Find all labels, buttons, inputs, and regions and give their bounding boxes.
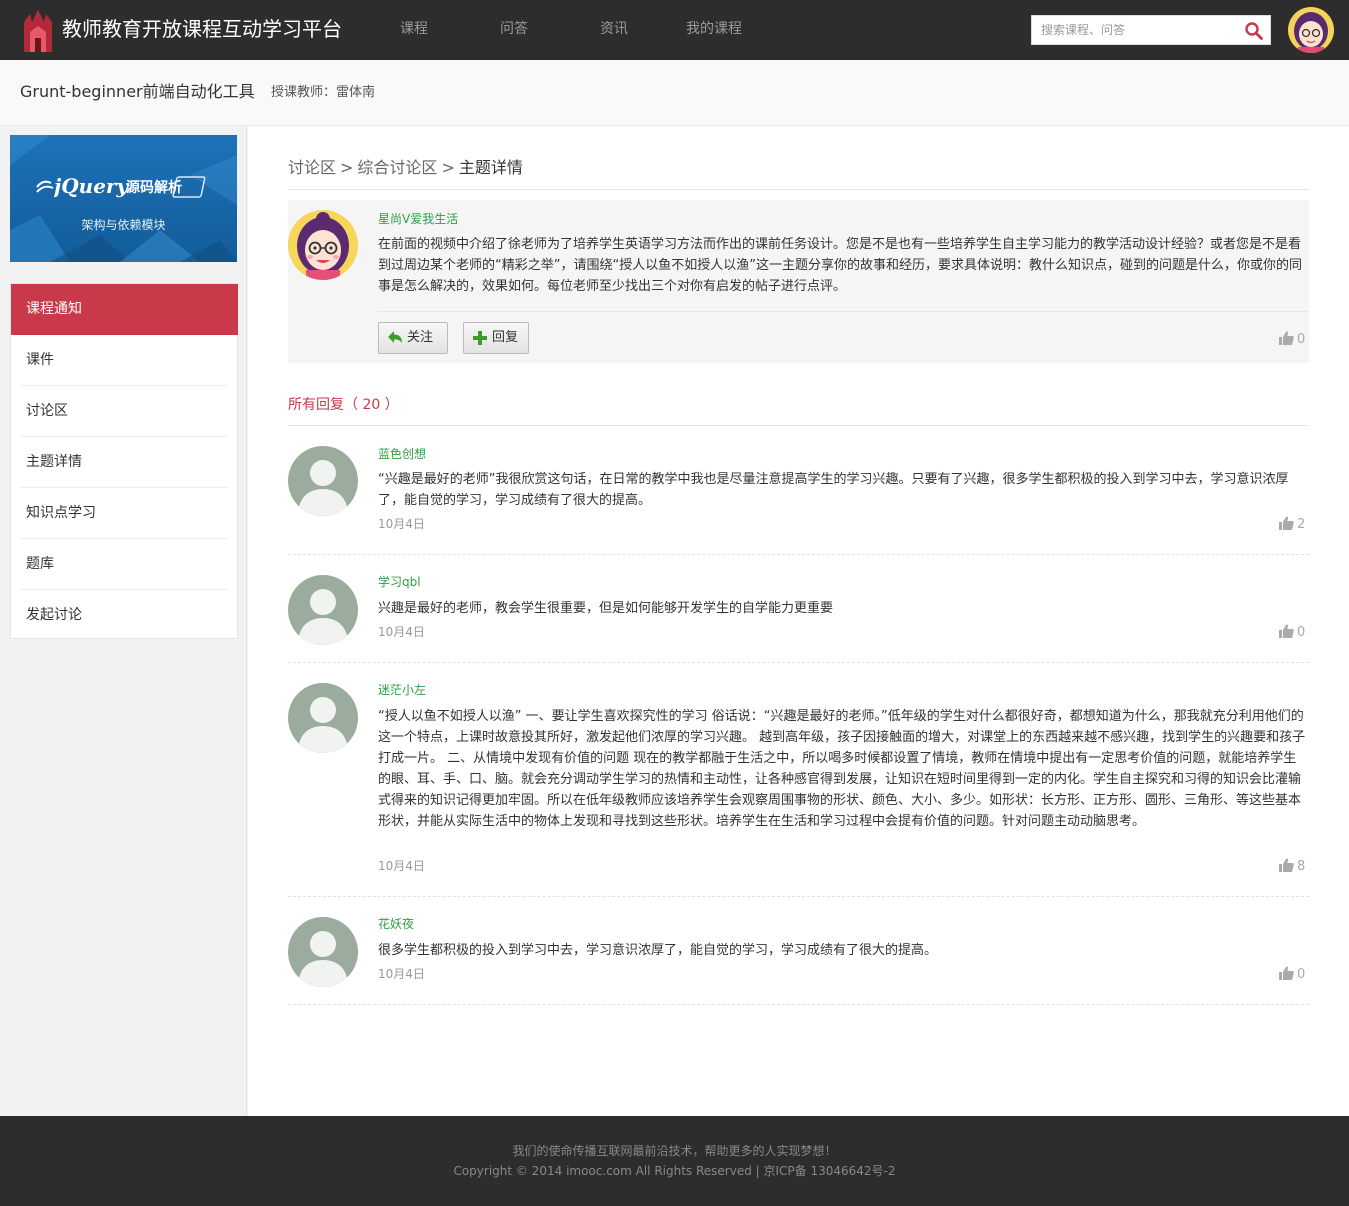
reply-item: 学习qbl 兴趣是最好的老师，教会学生很重要，但是如何能够开发学生的自学能力更重… — [288, 555, 1309, 663]
nav-news[interactable]: 资讯 — [600, 20, 628, 38]
topic-like[interactable]: 0 — [1279, 331, 1305, 348]
nav-my-courses[interactable]: 我的课程 — [686, 20, 742, 38]
follow-button[interactable]: 关注 — [378, 322, 448, 354]
banner-subtitle: 架构与依赖模块 — [81, 218, 166, 232]
reply-button-label: 回复 — [492, 330, 519, 345]
footer-mission: 我们的使命传播互联网最前沿技术，帮助更多的人实现梦想！ — [512, 1144, 837, 1158]
divider — [378, 311, 1309, 312]
replies-title: 所有回复（ 20 ） — [288, 397, 399, 413]
reply-avatar[interactable] — [288, 575, 358, 645]
reply-text: “授人以鱼不如授人以渔” 一、要让学生喜欢探究性的学习 俗话说：“兴趣是最好的老… — [378, 709, 1306, 829]
reply-item: 花妖夜 很多学生都积极的投入到学习中去，学习意识浓厚了，能自觉的学习，学习成绩有… — [288, 897, 1309, 1005]
breadcrumb-discussion[interactable]: 讨论区 — [288, 158, 336, 177]
sidebar-item-knowledge[interactable]: 知识点学习 — [21, 488, 227, 539]
top-navbar: 教师教育开放课程互动学习平台 课程 问答 资讯 我的课程 — [0, 0, 1349, 60]
sidebar-menu: 课程通知 课件 讨论区 主题详情 知识点学习 题库 发起讨论 — [10, 283, 238, 639]
svg-text:jQuery: jQuery — [54, 174, 129, 198]
reply-username[interactable]: 学习qbl — [378, 575, 421, 589]
nav-courses[interactable]: 课程 — [400, 20, 428, 38]
thumbs-up-icon — [1279, 966, 1294, 980]
default-avatar-icon — [288, 446, 358, 516]
breadcrumb: 讨论区 > 综合讨论区 > 主题详情 — [288, 158, 523, 178]
reply-username[interactable]: 蓝色创想 — [378, 447, 426, 461]
reply-item: 迷茫小左 “授人以鱼不如授人以渔” 一、要让学生喜欢探究性的学习 俗话说：“兴趣… — [288, 663, 1309, 897]
course-header: Grunt-beginner前端自动化工具 授课教师：雷体南 — [0, 60, 1349, 126]
topic-username[interactable]: 星尚V爱我生活 — [378, 212, 458, 226]
reply-like[interactable]: 0 — [1279, 966, 1305, 983]
cartoon-avatar-icon — [1288, 7, 1334, 53]
reply-item: 蓝色创想 “兴趣是最好的老师”我很欣赏这句话，在日常的教学中我也是尽量注意提高学… — [288, 426, 1309, 555]
reply-like-count: 8 — [1297, 859, 1306, 874]
course-title: Grunt-beginner前端自动化工具 — [20, 82, 255, 101]
reply-avatar[interactable] — [288, 446, 358, 516]
default-avatar-icon — [288, 683, 358, 753]
topic-text: 在前面的视频中介绍了徐老师为了培养学生英语学习方法而作出的课前任务设计。您是不是… — [378, 237, 1302, 294]
plus-icon — [473, 331, 487, 345]
thumbs-up-icon — [1279, 331, 1294, 345]
site-title[interactable]: 教师教育开放课程互动学习平台 — [62, 16, 342, 42]
reply-button[interactable]: 回复 — [463, 322, 529, 354]
course-teacher: 授课教师：雷体南 — [271, 85, 376, 100]
user-avatar[interactable] — [1288, 7, 1334, 53]
breadcrumb-separator: > — [441, 158, 455, 177]
reply-text: 很多学生都积极的投入到学习中去，学习意识浓厚了，能自觉的学习，学习成绩有了很大的… — [378, 943, 938, 958]
reply-username[interactable]: 迷茫小左 — [378, 683, 426, 697]
divider — [288, 189, 1309, 190]
breadcrumb-separator: > — [340, 158, 354, 177]
reply-like[interactable]: 8 — [1279, 858, 1305, 875]
main-content: 讨论区 > 综合讨论区 > 主题详情 星尚V爱我生活 在前面的视频中介绍了徐老师为了 — [248, 126, 1349, 1116]
breadcrumb-current: 主题详情 — [458, 158, 523, 177]
sidebar-item-discussion[interactable]: 讨论区 — [21, 386, 227, 437]
footer-copyright: Copyright © 2014 imooc.com All Rights Re… — [453, 1164, 896, 1178]
logo-icon[interactable] — [20, 8, 56, 52]
reply-like[interactable]: 2 — [1279, 516, 1305, 533]
reply-arrow-icon — [388, 331, 402, 343]
nav-qa[interactable]: 问答 — [500, 20, 528, 38]
sidebar-item-question-bank[interactable]: 题库 — [21, 539, 227, 590]
sidebar-item-courseware[interactable]: 课件 — [21, 335, 227, 386]
thumbs-up-icon — [1279, 516, 1294, 530]
reply-date: 10月4日 — [378, 625, 425, 639]
reply-date: 10月4日 — [378, 859, 425, 873]
reply-text: “兴趣是最好的老师”我很欣赏这句话，在日常的教学中我也是尽量注意提高学生的学习兴… — [378, 472, 1289, 508]
default-avatar-icon — [288, 575, 358, 645]
search-icon[interactable] — [1244, 21, 1264, 41]
sidebar-item-course-notice[interactable]: 课程通知 — [11, 284, 238, 335]
reply-date: 10月4日 — [378, 967, 425, 981]
reply-avatar[interactable] — [288, 683, 358, 753]
reply-username[interactable]: 花妖夜 — [378, 917, 414, 931]
topic-avatar[interactable] — [288, 210, 358, 280]
banner-title: jQuery 源码解析 — [54, 174, 182, 198]
course-banner[interactable]: jQuery 源码解析 架构与依赖模块 — [10, 135, 237, 262]
reply-like[interactable]: 0 — [1279, 624, 1305, 641]
reply-like-count: 2 — [1297, 517, 1306, 532]
cartoon-avatar-icon — [288, 210, 358, 280]
search-box — [1031, 15, 1271, 45]
svg-text:源码解析: 源码解析 — [126, 179, 182, 196]
sidebar-item-topic-detail[interactable]: 主题详情 — [21, 437, 227, 488]
search-input[interactable] — [1032, 16, 1237, 44]
reply-date: 10月4日 — [378, 517, 425, 531]
follow-button-label: 关注 — [407, 330, 434, 345]
footer: 我们的使命传播互联网最前沿技术，帮助更多的人实现梦想！ Copyright © … — [0, 1116, 1349, 1206]
reply-like-count: 0 — [1297, 967, 1306, 982]
reply-text: 兴趣是最好的老师，教会学生很重要，但是如何能够开发学生的自学能力更重要 — [378, 601, 834, 616]
thumbs-up-icon — [1279, 624, 1294, 638]
topic-like-count: 0 — [1297, 332, 1306, 347]
topic-post: 星尚V爱我生活 在前面的视频中介绍了徐老师为了培养学生英语学习方法而作出的课前任… — [288, 200, 1309, 363]
reply-like-count: 0 — [1297, 625, 1306, 640]
sidebar-item-new-discussion[interactable]: 发起讨论 — [21, 590, 227, 641]
thumbs-up-icon — [1279, 858, 1294, 872]
reply-avatar[interactable] — [288, 917, 358, 987]
breadcrumb-general[interactable]: 综合讨论区 — [357, 158, 437, 177]
default-avatar-icon — [288, 917, 358, 987]
